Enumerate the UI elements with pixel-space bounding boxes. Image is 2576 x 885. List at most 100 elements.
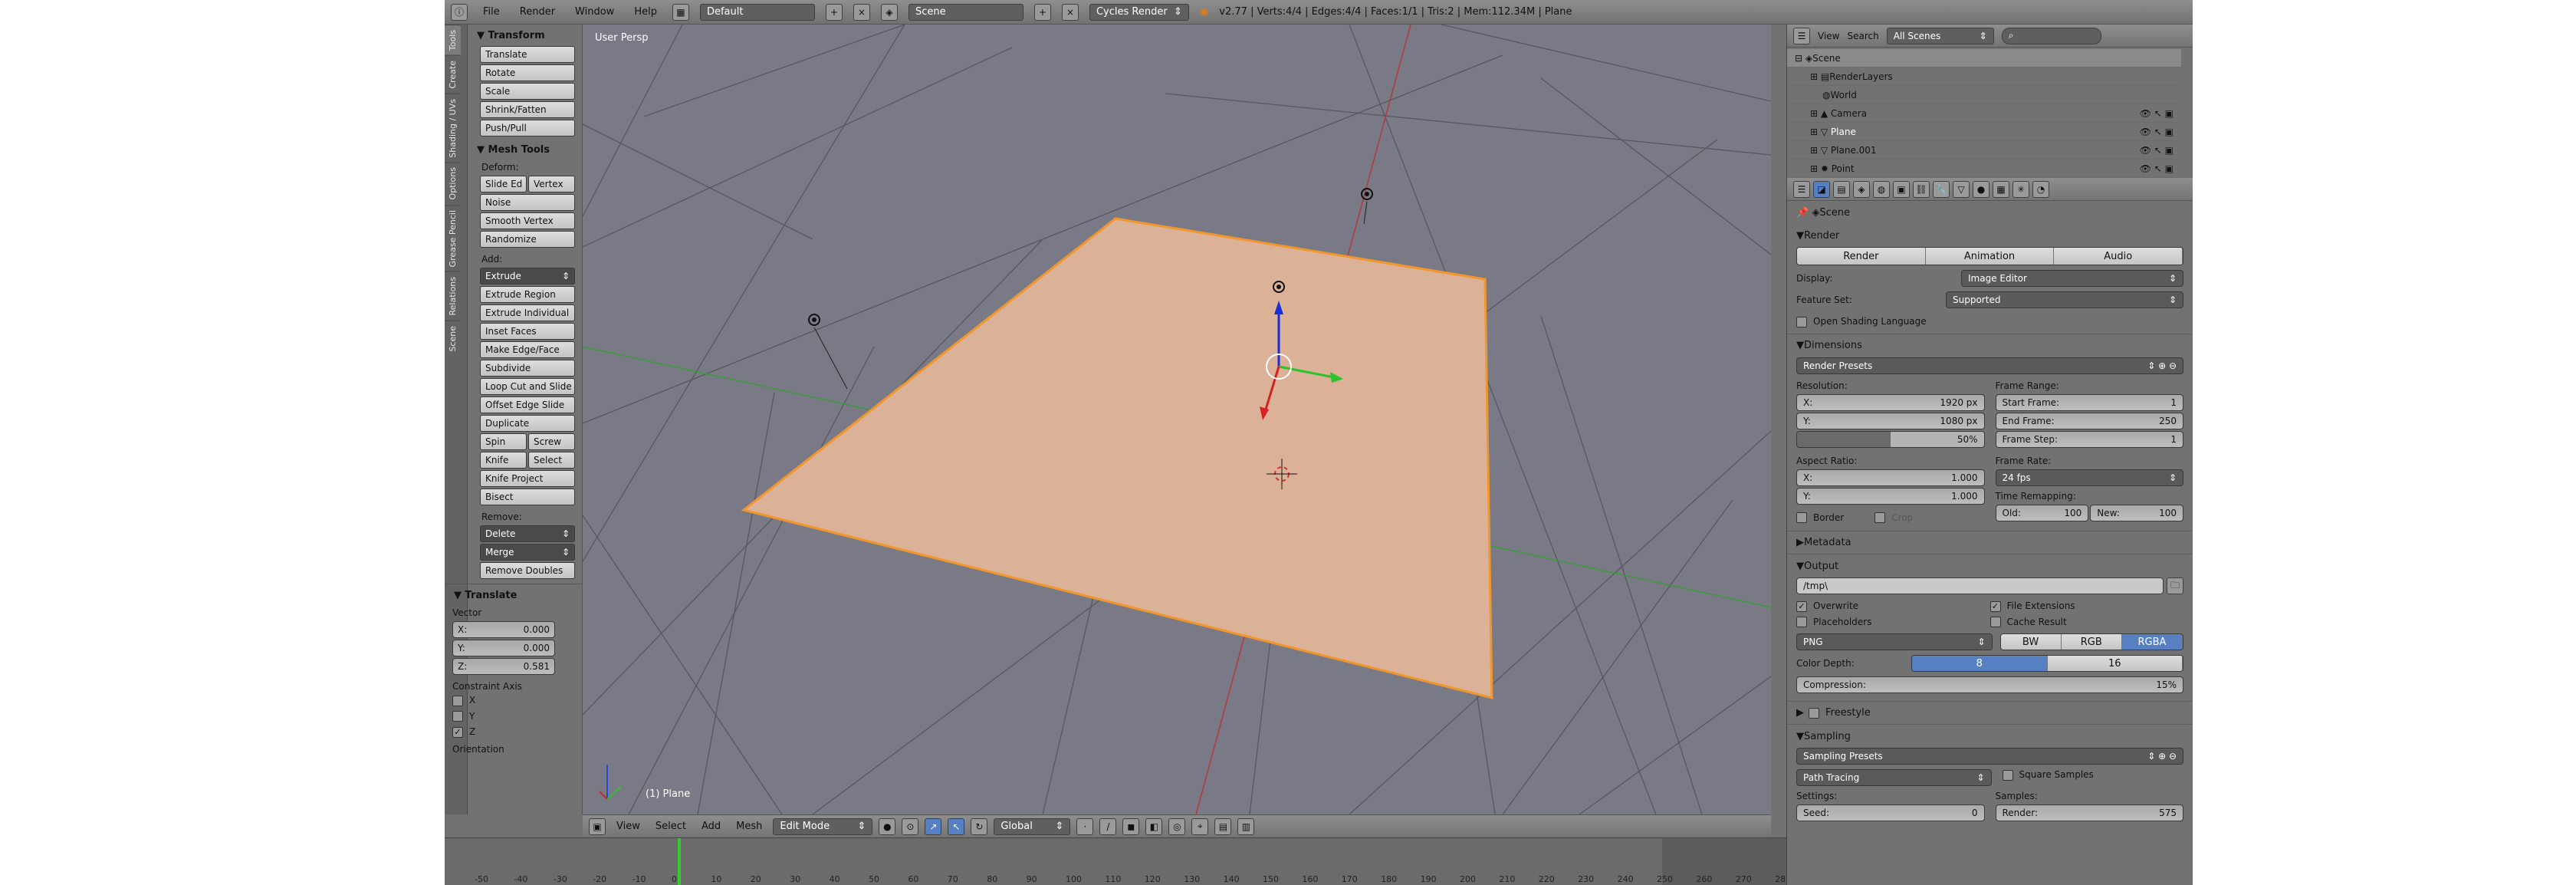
shading-solid-icon[interactable]: ● <box>879 818 896 835</box>
sampling-panel-header[interactable]: ▼ Sampling <box>1796 725 2183 748</box>
mesh-tools-panel-header[interactable]: ▼ Mesh Tools <box>477 144 577 156</box>
add-layout-icon[interactable]: + <box>825 3 843 21</box>
visibility-icons[interactable]: 👁 ↖ ▣ <box>2140 108 2174 119</box>
transform-panel-header[interactable]: ▼ Transform <box>477 30 577 41</box>
editor-type-icon[interactable]: ▣ <box>589 818 606 835</box>
display-select[interactable]: Image Editor ⇕ <box>1961 270 2183 287</box>
properties-editor-icon[interactable]: ☰ <box>1793 180 1810 198</box>
aspect-y-field[interactable]: Y: 1.000 <box>1796 487 1985 505</box>
render-button[interactable]: Render <box>1797 248 1926 265</box>
outliner-item-world[interactable]: ◍ World <box>1787 86 2181 104</box>
color-mode-rgba[interactable]: RGBA <box>2121 634 2183 650</box>
orientation-select[interactable]: Global ⇕ <box>994 818 1071 835</box>
snap-icon[interactable]: ⌖ <box>1191 818 1209 835</box>
outliner-search-input[interactable]: ⌕ <box>2001 27 2101 44</box>
end-frame-field[interactable]: End Frame: 250 <box>1995 412 2183 429</box>
screw-button[interactable]: Screw <box>528 433 575 450</box>
cache-result-checkbox[interactable]: Cache Result <box>1990 617 2184 627</box>
dimensions-panel-header[interactable]: ▼ Dimensions <box>1796 334 2183 357</box>
frame-step-field[interactable]: Frame Step: 1 <box>1995 430 2183 448</box>
object-tab-icon[interactable]: ▣ <box>1893 180 1910 198</box>
osl-checkbox[interactable]: Open Shading Language <box>1796 316 2183 327</box>
pivot-icon[interactable]: ⊙ <box>902 818 919 835</box>
menu-view[interactable]: View <box>612 821 645 832</box>
outliner-editor-icon[interactable]: ☰ <box>1793 27 1810 44</box>
border-checkbox[interactable]: Border Crop <box>1796 512 1985 523</box>
file-format-select[interactable]: PNG ⇕ <box>1796 633 1993 650</box>
occlude-icon[interactable]: ◧ <box>1145 818 1163 835</box>
render-tab-icon[interactable]: ◪ <box>1813 180 1830 198</box>
noise-button[interactable]: Noise <box>480 194 575 211</box>
rotate-manipulator-icon[interactable]: ↻ <box>971 818 988 835</box>
pin-icon[interactable]: 📌 ◈ <box>1796 207 1819 219</box>
vector-x-field[interactable]: X: 0.000 <box>452 621 555 638</box>
extrude-region-button[interactable]: Extrude Region <box>480 286 575 303</box>
resolution-y-field[interactable]: Y: 1080 px <box>1796 412 1985 429</box>
face-select-icon[interactable]: ◼ <box>1122 818 1140 835</box>
slide-edge-button[interactable]: Slide Ed <box>480 176 527 192</box>
knife-select-button[interactable]: Select <box>528 452 575 469</box>
render-presets-select[interactable]: Render Presets ⇕ ⊕ ⊖ <box>1796 357 2183 374</box>
constraints-tab-icon[interactable]: ⛓ <box>1913 180 1930 198</box>
knife-button[interactable]: Knife <box>480 452 527 469</box>
inset-faces-button[interactable]: Inset Faces <box>480 323 575 340</box>
material-tab-icon[interactable]: ● <box>1973 180 1990 198</box>
color-mode-bw[interactable]: BW <box>2000 634 2062 650</box>
color-mode-rgb[interactable]: RGB <box>2061 634 2122 650</box>
spin-button[interactable]: Spin <box>480 433 527 450</box>
scene-selector[interactable]: Scene <box>908 3 1024 21</box>
modifiers-tab-icon[interactable]: 🔧 <box>1933 180 1950 198</box>
visibility-icons[interactable]: 👁 ↖ ▣ <box>2140 145 2174 156</box>
freestyle-panel-header[interactable]: ▶ Freestyle <box>1787 701 2193 724</box>
remove-layout-icon[interactable]: × <box>853 3 870 21</box>
translate-button[interactable]: Translate <box>480 46 575 63</box>
resolution-percent-slider[interactable]: 50% <box>1796 430 1985 448</box>
mode-select[interactable]: Edit Mode ⇕ <box>773 818 873 835</box>
tab-relations[interactable]: Relations <box>445 271 461 321</box>
visibility-icons[interactable]: 👁 ↖ ▣ <box>2140 127 2174 137</box>
rotate-button[interactable]: Rotate <box>480 64 575 81</box>
delete-menu[interactable]: Delete ⇕ <box>480 525 575 542</box>
color-depth-16[interactable]: 16 <box>2047 656 2183 671</box>
3d-viewport[interactable]: User Persp (1) Plane <box>583 25 1771 814</box>
render-samples-field[interactable]: Render: 575 <box>1995 804 2183 821</box>
constraint-y-checkbox[interactable]: Y <box>452 711 577 722</box>
operator-panel-header[interactable]: ▼ Translate <box>454 590 577 601</box>
snap-element-icon[interactable]: ▤ <box>1214 818 1232 835</box>
output-path-input[interactable]: /tmp\ <box>1796 577 2164 594</box>
checkbox-icon[interactable] <box>1809 707 1819 719</box>
folder-icon[interactable]: 🗀 <box>2167 577 2183 594</box>
knife-project-button[interactable]: Knife Project <box>480 470 575 487</box>
animation-button[interactable]: Animation <box>1925 248 2055 265</box>
tab-grease-pencil[interactable]: Grease Pencil <box>445 204 461 272</box>
frame-rate-select[interactable]: 24 fps ⇕ <box>1995 469 2183 486</box>
loop-cut-slide-button[interactable]: Loop Cut and Slide <box>480 378 575 395</box>
world-tab-icon[interactable]: ◍ <box>1873 180 1890 198</box>
menu-render[interactable]: Render <box>515 6 560 18</box>
seed-field[interactable]: Seed: 0 <box>1796 804 1985 821</box>
texture-tab-icon[interactable]: ▦ <box>1993 180 2009 198</box>
duplicate-button[interactable]: Duplicate <box>480 415 575 432</box>
outliner-menu-search[interactable]: Search <box>1847 31 1878 41</box>
vector-y-field[interactable]: Y: 0.000 <box>452 640 555 656</box>
display-mode-select[interactable]: All Scenes ⇕ <box>1886 27 1994 44</box>
current-frame-indicator[interactable] <box>678 838 681 885</box>
extrude-menu[interactable]: Extrude ⇕ <box>480 268 575 285</box>
aspect-x-field[interactable]: X: 1.000 <box>1796 469 1985 486</box>
audio-button[interactable]: Audio <box>2054 248 2183 265</box>
feature-set-select[interactable]: Supported ⇕ <box>1946 291 2183 308</box>
outliner-item-plane-001[interactable]: ⊞ ▽ Plane.001 👁 ↖ ▣ <box>1787 141 2181 160</box>
sampling-presets-select[interactable]: Sampling Presets ⇕ ⊕ ⊖ <box>1796 748 2183 765</box>
constraint-x-checkbox[interactable]: X <box>452 695 577 706</box>
remap-old-field[interactable]: Old: 100 <box>1995 504 2089 521</box>
square-samples-checkbox[interactable]: Square Samples <box>2002 769 2184 786</box>
remove-scene-icon[interactable]: × <box>1061 3 1079 21</box>
render-engine-select[interactable]: Cycles Render ⇕ <box>1089 3 1189 21</box>
start-frame-field[interactable]: Start Frame: 1 <box>1995 393 2183 411</box>
menu-select[interactable]: Select <box>651 821 691 832</box>
remove-doubles-button[interactable]: Remove Doubles <box>480 562 575 579</box>
color-depth-8[interactable]: 8 <box>1912 656 2048 671</box>
layout-grid-icon[interactable]: ▦ <box>672 3 689 21</box>
output-panel-header[interactable]: ▼ Output <box>1796 554 2183 577</box>
tab-create[interactable]: Create <box>445 55 461 94</box>
